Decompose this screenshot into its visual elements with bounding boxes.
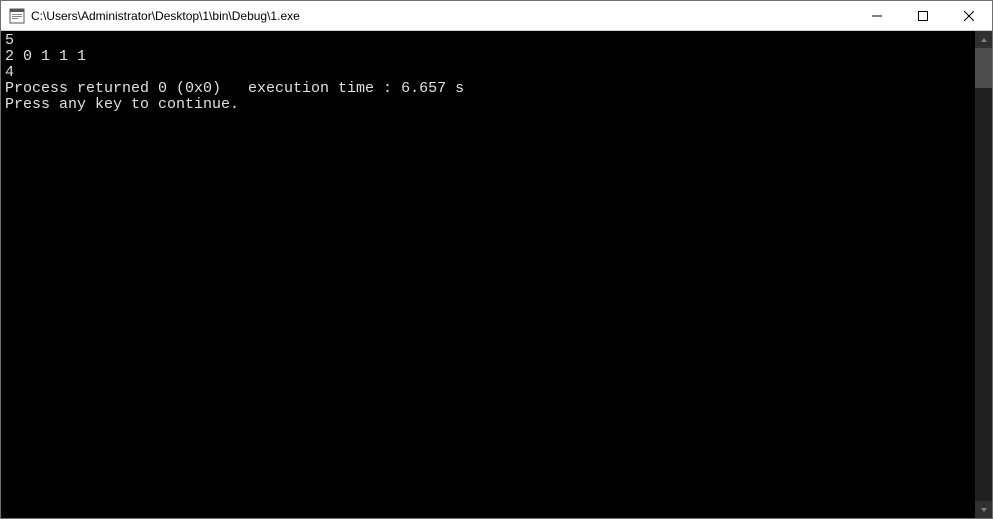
console-line: Process returned 0 (0x0) execution time … [5, 81, 975, 97]
console-output[interactable]: 52 0 1 1 14Process returned 0 (0x0) exec… [1, 31, 975, 518]
scroll-thumb[interactable] [975, 48, 992, 88]
vertical-scrollbar[interactable] [975, 31, 992, 518]
console-line: 2 0 1 1 1 [5, 49, 975, 65]
console-area: 52 0 1 1 14Process returned 0 (0x0) exec… [1, 31, 992, 518]
window-titlebar: C:\Users\Administrator\Desktop\1\bin\Deb… [1, 1, 992, 31]
console-line: 4 [5, 65, 975, 81]
console-line: Press any key to continue. [5, 97, 975, 113]
scroll-down-button[interactable] [975, 501, 992, 518]
console-line: 5 [5, 33, 975, 49]
close-button[interactable] [946, 1, 992, 30]
scroll-up-button[interactable] [975, 31, 992, 48]
window-controls [854, 1, 992, 30]
minimize-button[interactable] [854, 1, 900, 30]
maximize-button[interactable] [900, 1, 946, 30]
app-icon [9, 8, 25, 24]
window-title: C:\Users\Administrator\Desktop\1\bin\Deb… [31, 9, 854, 23]
